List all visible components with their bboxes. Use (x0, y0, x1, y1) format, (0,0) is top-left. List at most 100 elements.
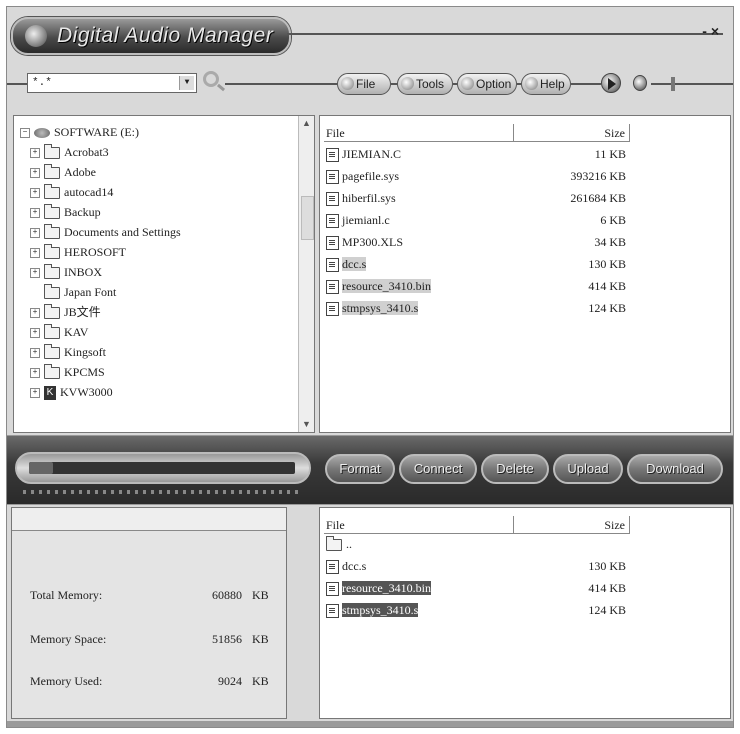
help-menu-button[interactable]: Help (521, 73, 571, 95)
expand-icon[interactable]: + (30, 228, 40, 239)
folder-tree[interactable]: − SOFTWARE (E:) + Acrobat3 + Adobe + autocad14… (13, 115, 315, 433)
expand-icon[interactable]: + (30, 208, 40, 219)
tree-scrollbar[interactable]: ▲ ▼ (298, 116, 314, 432)
window-controls[interactable]: - × (702, 23, 719, 39)
file-menu-button[interactable]: File (337, 73, 391, 95)
expand-icon[interactable]: + (30, 168, 40, 179)
expand-icon[interactable]: + (30, 248, 40, 259)
file-row[interactable]: pagefile.sys (326, 166, 399, 186)
tree-item[interactable]: + Acrobat3 (30, 142, 109, 162)
file-row[interactable]: JIEMIAN.C (326, 144, 401, 164)
expand-icon[interactable]: + (30, 328, 40, 339)
device-file-row[interactable]: stmpsys_3410.s (326, 600, 419, 620)
upload-button[interactable]: Upload (553, 454, 623, 484)
tree-item[interactable]: + autocad14 (30, 182, 113, 202)
file-size: 11 KB (594, 147, 626, 161)
file-size: 34 KB (594, 235, 626, 249)
file-row[interactable]: stmpsys_3410.s (326, 298, 419, 318)
download-button[interactable]: Download (627, 454, 723, 484)
scroll-up-icon[interactable]: ▲ (299, 116, 314, 131)
tree-item-label: Japan Font (64, 285, 117, 299)
file-column-header[interactable]: File (324, 124, 514, 142)
scroll-thumb[interactable] (301, 196, 314, 240)
toolbar-line (7, 83, 27, 85)
total-memory-value: 60880 (212, 588, 242, 602)
expand-icon[interactable]: + (30, 308, 40, 319)
connect-button[interactable]: Connect (399, 454, 477, 484)
expand-icon[interactable]: + (30, 148, 40, 159)
chevron-down-icon[interactable]: ▼ (179, 76, 194, 90)
format-button[interactable]: Format (325, 454, 395, 484)
title-divider (287, 33, 723, 35)
device-file-list[interactable]: File Size .. dcc.s 130 KB resource_3410.bi… (319, 507, 731, 719)
file-size: 414 KB (588, 581, 626, 595)
memory-space-label: Memory Space: (30, 632, 107, 646)
tree-item-label: Documents and Settings (64, 225, 181, 239)
file-icon (326, 170, 339, 185)
expand-icon[interactable]: + (30, 368, 40, 379)
expand-icon[interactable]: + (30, 188, 40, 199)
search-icon[interactable] (203, 71, 219, 87)
file-size: 414 KB (588, 279, 626, 293)
tree-item[interactable]: + KPCMS (30, 362, 105, 382)
speaker-icon[interactable] (633, 75, 647, 91)
expand-icon[interactable]: + (30, 268, 40, 279)
file-row[interactable]: hiberfil.sys (326, 188, 396, 208)
file-column-header[interactable]: File (324, 516, 514, 534)
device-file-row[interactable]: resource_3410.bin (326, 578, 431, 598)
tree-root-label: SOFTWARE (E:) (54, 125, 139, 139)
file-size: 130 KB (588, 257, 626, 271)
tree-item[interactable]: Japan Font (30, 282, 116, 302)
file-icon (326, 302, 339, 317)
device-file-row[interactable]: dcc.s (326, 556, 366, 576)
tree-item[interactable]: + K KVW3000 (30, 382, 113, 402)
folder-icon (44, 284, 60, 300)
tree-item-label: JB文件 (64, 305, 101, 319)
file-row[interactable]: MP300.XLS (326, 232, 403, 252)
file-icon (326, 192, 339, 207)
tree-item[interactable]: + JB文件 (30, 302, 101, 322)
file-row[interactable]: dcc.s (326, 254, 367, 274)
tools-menu-button[interactable]: Tools (397, 73, 453, 95)
file-name: hiberfil.sys (342, 191, 396, 205)
folder-icon (44, 264, 60, 280)
tree-item[interactable]: + KAV (30, 322, 88, 342)
tree-item[interactable]: + INBOX (30, 262, 102, 282)
folder-icon (44, 144, 60, 160)
progress-track (29, 462, 295, 474)
file-icon (326, 604, 339, 619)
file-row[interactable]: resource_3410.bin (326, 276, 431, 296)
tree-item[interactable]: + Documents and Settings (30, 222, 181, 242)
file-row[interactable]: jiemianl.c (326, 210, 390, 230)
play-button[interactable] (601, 73, 621, 93)
tree-item-label: KAV (64, 325, 89, 339)
pc-file-list[interactable]: File Size JIEMIAN.C 11 KB pagefile.sys 3932… (319, 115, 731, 433)
size-column-header[interactable]: Size (514, 124, 630, 142)
delete-button[interactable]: Delete (481, 454, 549, 484)
volume-slider-handle[interactable] (671, 77, 675, 91)
tree-root[interactable]: − SOFTWARE (E:) (20, 122, 139, 142)
progress-fill (29, 462, 53, 474)
scroll-down-icon[interactable]: ▼ (299, 417, 314, 432)
drive-icon (34, 128, 50, 139)
memory-used-label: Memory Used: (30, 674, 103, 688)
filter-combo[interactable]: *.* ▼ (27, 73, 197, 93)
tree-item[interactable]: + HEROSOFT (30, 242, 126, 262)
option-menu-button[interactable]: Option (457, 73, 517, 95)
folder-icon (44, 324, 60, 340)
size-column-header[interactable]: Size (514, 516, 630, 534)
file-name: MP300.XLS (342, 235, 404, 249)
folder-icon (44, 304, 60, 320)
parent-folder-row[interactable]: .. (326, 534, 352, 554)
collapse-icon[interactable]: − (20, 128, 30, 139)
tree-item[interactable]: + Backup (30, 202, 101, 222)
volume-slider-track[interactable] (651, 83, 733, 85)
expand-icon[interactable]: + (30, 388, 40, 399)
file-icon (326, 258, 339, 273)
tree-item-label: HEROSOFT (64, 245, 127, 259)
tree-item[interactable]: + Adobe (30, 162, 96, 182)
title-bar[interactable]: Digital Audio Manager (11, 17, 291, 55)
tree-item[interactable]: + Kingsoft (30, 342, 106, 362)
file-name: resource_3410.bin (342, 581, 431, 595)
expand-icon[interactable]: + (30, 348, 40, 359)
